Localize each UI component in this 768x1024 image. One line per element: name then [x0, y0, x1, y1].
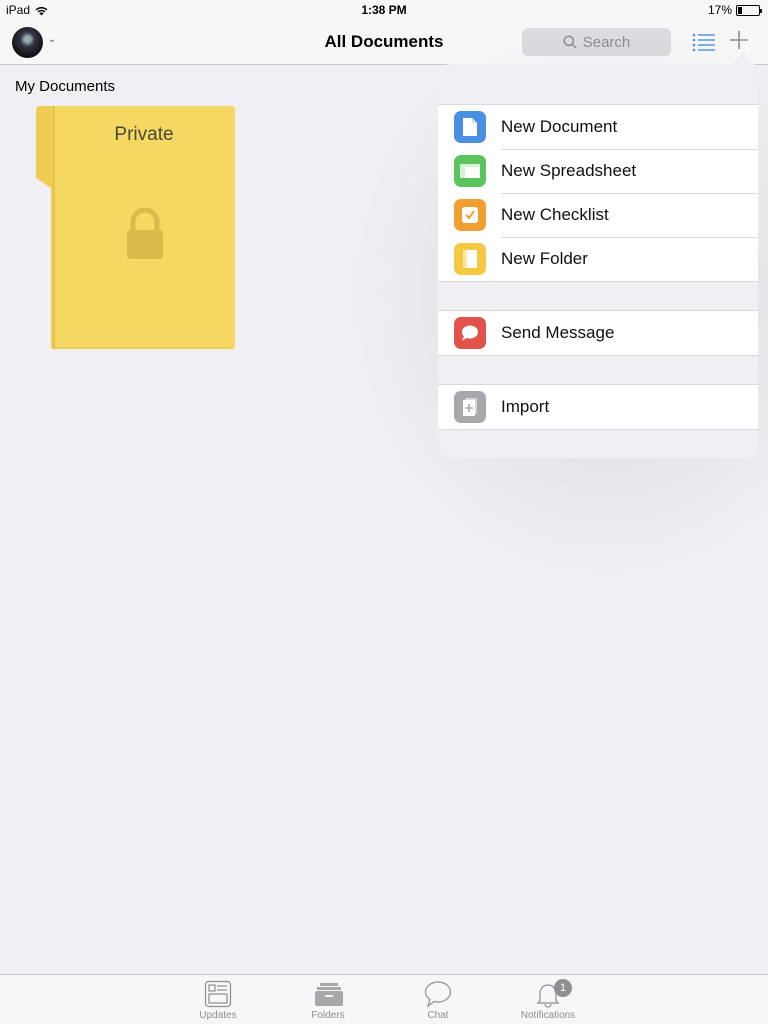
- add-icon[interactable]: [728, 29, 750, 51]
- folder-icon: [454, 243, 486, 275]
- tab-chat[interactable]: Chat: [398, 975, 478, 1024]
- notification-badge: 1: [554, 979, 572, 997]
- import-icon: [454, 391, 486, 423]
- list-view-icon[interactable]: [692, 32, 716, 52]
- battery-percent: 17%: [707, 3, 732, 17]
- section-title: My Documents: [15, 78, 116, 95]
- menu-item-label: Import: [501, 397, 550, 416]
- tab-folders[interactable]: Folders: [288, 975, 368, 1024]
- menu-item-label: New Spreadsheet: [501, 161, 637, 180]
- menu-item-send-message[interactable]: Send Message: [438, 311, 758, 355]
- chat-icon: [424, 981, 452, 1008]
- message-icon: [454, 317, 486, 349]
- spreadsheet-icon: [454, 155, 486, 187]
- menu-group-import: Import: [438, 384, 758, 430]
- menu-item-label: Send Message: [501, 323, 615, 342]
- menu-item-new-folder[interactable]: New Folder: [438, 237, 758, 281]
- tab-notifications[interactable]: 1 Notifications: [508, 975, 588, 1024]
- menu-group-message: Send Message: [438, 310, 758, 356]
- tab-bar: Updates Folders Chat 1 Notifications: [0, 974, 768, 1024]
- menu-item-new-document[interactable]: New Document: [438, 105, 758, 149]
- menu-item-new-spreadsheet[interactable]: New Spreadsheet: [438, 149, 758, 193]
- navigation-bar: ⌄ All Documents Search: [0, 20, 768, 65]
- menu-item-new-checklist[interactable]: New Checklist: [438, 193, 758, 237]
- menu-item-label: New Folder: [501, 249, 588, 268]
- checklist-icon: [454, 199, 486, 231]
- tab-label: Chat: [427, 1010, 449, 1021]
- search-input[interactable]: Search: [522, 28, 671, 56]
- menu-item-label: New Document: [501, 117, 618, 136]
- tab-label: Notifications: [520, 1010, 576, 1021]
- menu-group-create: New Document New Spreadsheet New Checkli…: [438, 104, 758, 282]
- status-time: 1:38 PM: [361, 3, 407, 17]
- document-icon: [454, 111, 486, 143]
- add-menu-popover: New Document New Spreadsheet New Checkli…: [438, 64, 758, 458]
- battery-icon: [736, 4, 762, 16]
- folders-icon: [315, 983, 343, 1006]
- tab-label: Folders: [311, 1010, 345, 1021]
- status-bar: iPad 1:38 PM 17%: [0, 0, 768, 20]
- search-placeholder: Search: [582, 33, 631, 51]
- tab-updates[interactable]: Updates: [178, 975, 258, 1024]
- folder-name: Private: [114, 124, 174, 145]
- menu-item-import[interactable]: Import: [438, 385, 758, 429]
- updates-icon: [204, 980, 232, 1008]
- search-icon: [563, 35, 577, 49]
- tab-label: Updates: [199, 1010, 237, 1021]
- menu-item-label: New Checklist: [501, 205, 609, 224]
